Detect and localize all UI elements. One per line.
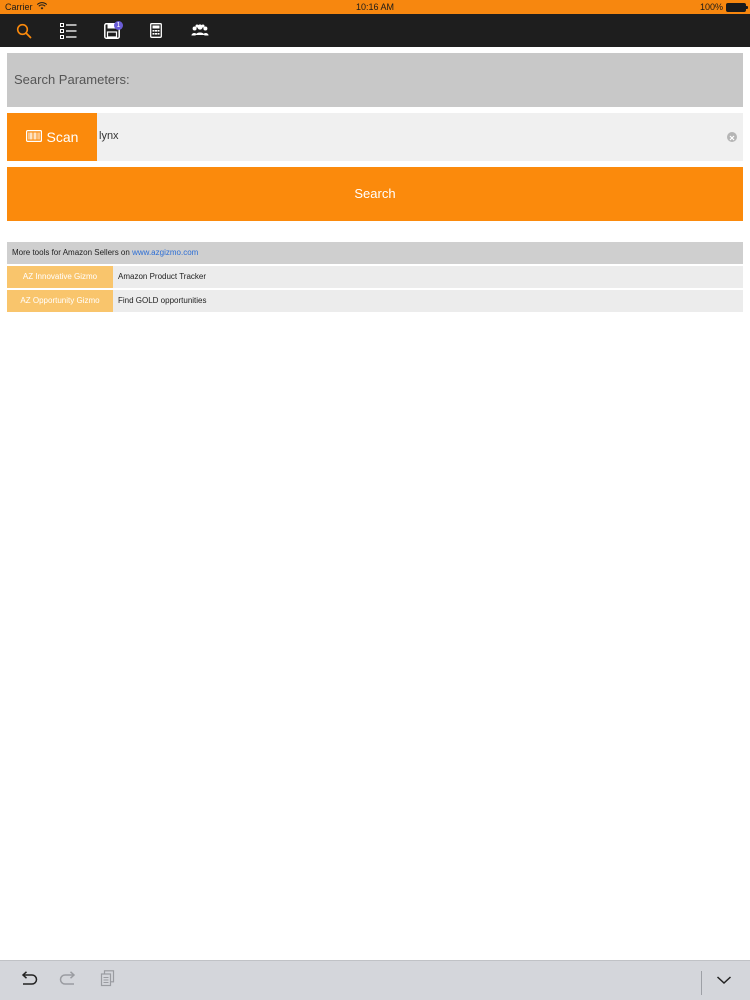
- tool-name[interactable]: AZ Opportunity Gizmo: [7, 290, 113, 312]
- redo-icon: [59, 970, 77, 992]
- more-tools-header: More tools for Amazon Sellers on www.azg…: [7, 242, 743, 264]
- status-bar: Carrier 10:16 AM 100%: [0, 0, 750, 14]
- paste-button[interactable]: [96, 969, 120, 993]
- tool-name[interactable]: AZ Innovative Gizmo: [7, 266, 113, 288]
- undo-icon: [20, 970, 38, 992]
- tool-description: Find GOLD opportunities: [118, 296, 207, 305]
- scan-label: Scan: [46, 129, 79, 145]
- shortcut-bar: [0, 960, 750, 1000]
- list-icon: [59, 22, 77, 39]
- undo-button[interactable]: [17, 969, 41, 993]
- chevron-down-icon: [716, 972, 732, 990]
- tool-row[interactable]: AZ Opportunity Gizmo Find GOLD opportuni…: [7, 290, 743, 312]
- scan-button[interactable]: Scan: [7, 113, 97, 161]
- clear-input-button[interactable]: [727, 132, 737, 142]
- clipboard-icon: [100, 970, 116, 992]
- tool-row[interactable]: AZ Innovative Gizmo Amazon Product Track…: [7, 266, 743, 288]
- toolbar-calculator-button[interactable]: [134, 14, 178, 47]
- battery-icon: [726, 2, 748, 12]
- tool-description: Amazon Product Tracker: [118, 272, 207, 281]
- battery-percent: 100%: [699, 2, 723, 12]
- search-icon: [16, 23, 32, 39]
- toolbar-saved-button[interactable]: 1: [90, 14, 134, 47]
- group-icon: [191, 23, 209, 38]
- redo-button[interactable]: [56, 969, 80, 993]
- saved-count-badge: 1: [114, 21, 123, 30]
- search-input[interactable]: [99, 112, 721, 160]
- clock: 10:16 AM: [355, 2, 395, 12]
- toolbar-search-button[interactable]: [2, 14, 46, 47]
- barcode-icon: [25, 129, 42, 145]
- calculator-icon: [150, 23, 162, 38]
- scan-input-row: Scan: [7, 112, 743, 161]
- top-toolbar: 1: [0, 14, 750, 47]
- toolbar-group-button[interactable]: [178, 14, 222, 47]
- search-parameters-header: Search Parameters:: [7, 53, 743, 107]
- more-tools-text: More tools for Amazon Sellers on: [12, 248, 133, 257]
- search-button[interactable]: Search: [7, 167, 743, 221]
- divider: [701, 971, 702, 995]
- battery-indicator: 100%: [699, 0, 748, 14]
- toolbar-list-button[interactable]: [46, 14, 90, 47]
- azgizmo-link[interactable]: www.azgizmo.com: [132, 248, 198, 257]
- close-icon: [729, 128, 735, 146]
- dismiss-keyboard-button[interactable]: [712, 969, 736, 993]
